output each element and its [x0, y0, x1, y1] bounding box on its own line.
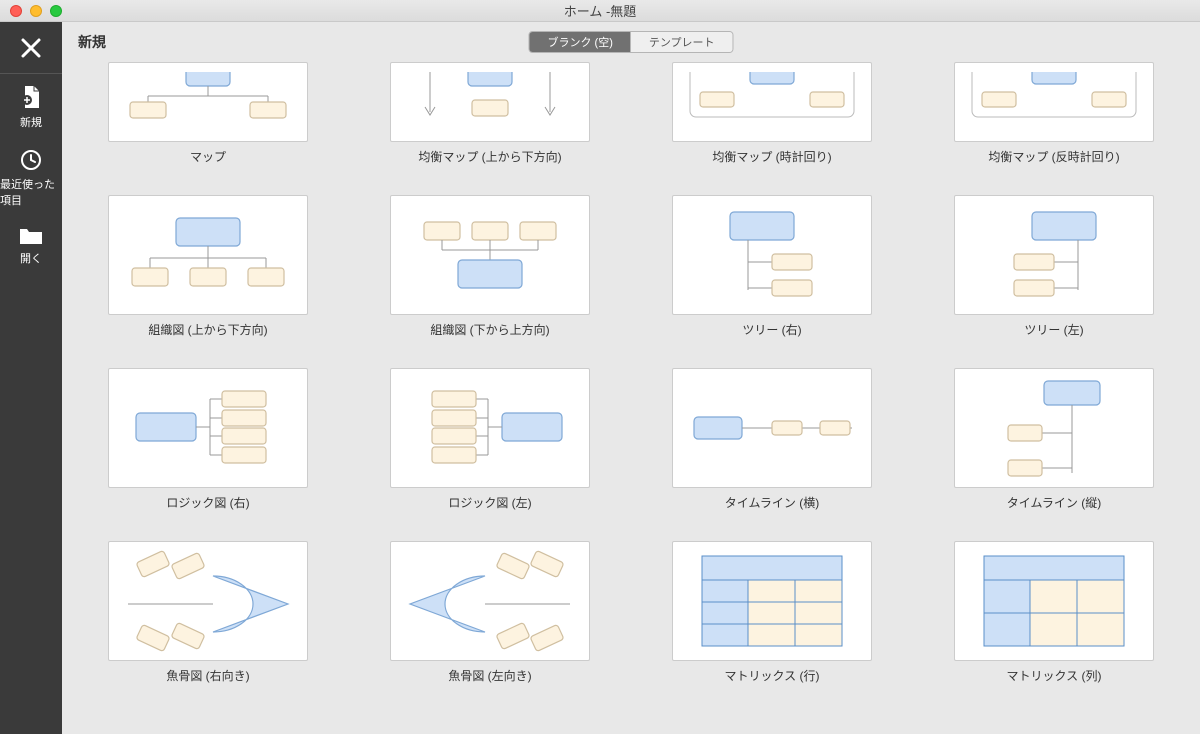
template-card-logic-right[interactable]: ロジック図 (右) [108, 368, 308, 511]
template-label: タイムライン (縦) [1007, 494, 1102, 511]
template-label: ロジック図 (左) [448, 494, 531, 511]
template-label: 組織図 (下から上方向) [430, 321, 549, 338]
template-thumb [390, 368, 590, 488]
template-card-org-td[interactable]: 組織図 (上から下方向) [108, 195, 308, 338]
template-thumb [954, 195, 1154, 315]
template-label: マップ [190, 148, 226, 165]
template-label: 均衡マップ (時計回り) [712, 148, 831, 165]
template-card-balanced-map-cw[interactable]: 均衡マップ (時計回り) [672, 62, 872, 165]
template-label: ツリー (右) [742, 321, 801, 338]
template-card-logic-left[interactable]: ロジック図 (左) [390, 368, 590, 511]
new-file-icon [18, 84, 44, 110]
clock-icon [19, 148, 43, 172]
tab-blank[interactable]: ブランク (空) [529, 32, 630, 52]
close-button[interactable] [0, 22, 62, 74]
content: 新規 ブランク (空) テンプレート [62, 22, 1200, 734]
template-thumb [108, 62, 308, 142]
template-label: タイムライン (横) [725, 494, 820, 511]
sidebar-item-recent[interactable]: 最近使った項目 [0, 138, 62, 216]
sidebar-label-open: 開く [20, 250, 42, 266]
sidebar-item-open[interactable]: 開く [0, 216, 62, 274]
template-thumb [390, 62, 590, 142]
segmented-control: ブランク (空) テンプレート [528, 31, 733, 53]
template-label: ロジック図 (右) [166, 494, 249, 511]
template-card-matrix-row[interactable]: マトリックス (行) [672, 541, 872, 684]
template-thumb [672, 62, 872, 142]
template-thumb [672, 541, 872, 661]
tab-template[interactable]: テンプレート [631, 32, 733, 52]
template-grid-wrap: マップ 均衡マップ (上から下方向) [62, 62, 1200, 734]
template-thumb [390, 541, 590, 661]
template-label: マトリックス (行) [725, 667, 820, 684]
template-thumb [954, 541, 1154, 661]
sidebar-label-new: 新規 [20, 114, 42, 130]
template-label: 均衡マップ (上から下方向) [418, 148, 561, 165]
template-thumb [108, 195, 308, 315]
folder-icon [18, 226, 44, 246]
sidebar-label-recent: 最近使った項目 [0, 176, 62, 208]
template-card-tree-right[interactable]: ツリー (右) [672, 195, 872, 338]
window-title: ホーム -無題 [0, 1, 1200, 20]
sidebar: 新規 最近使った項目 開く [0, 22, 62, 734]
template-label: 均衡マップ (反時計回り) [988, 148, 1119, 165]
template-card-fishbone-right[interactable]: 魚骨図 (右向き) [108, 541, 308, 684]
template-thumb [672, 195, 872, 315]
close-icon [19, 36, 43, 60]
titlebar: ホーム -無題 [0, 0, 1200, 22]
template-thumb [108, 541, 308, 661]
template-card-tree-left[interactable]: ツリー (左) [954, 195, 1154, 338]
sidebar-item-new[interactable]: 新規 [0, 74, 62, 138]
template-card-balanced-map-ccw[interactable]: 均衡マップ (反時計回り) [954, 62, 1154, 165]
template-thumb [672, 368, 872, 488]
template-card-timeline-v[interactable]: タイムライン (縦) [954, 368, 1154, 511]
template-card-matrix-col[interactable]: マトリックス (列) [954, 541, 1154, 684]
template-card-map[interactable]: マップ [108, 62, 308, 165]
template-grid: マップ 均衡マップ (上から下方向) [92, 62, 1170, 684]
template-thumb [108, 368, 308, 488]
page-title: 新規 [78, 32, 106, 52]
template-label: 魚骨図 (左向き) [448, 667, 531, 684]
template-thumb [954, 368, 1154, 488]
template-card-org-bu[interactable]: 組織図 (下から上方向) [390, 195, 590, 338]
template-card-balanced-map-td[interactable]: 均衡マップ (上から下方向) [390, 62, 590, 165]
content-header: 新規 ブランク (空) テンプレート [62, 22, 1200, 62]
template-label: 魚骨図 (右向き) [166, 667, 249, 684]
template-label: マトリックス (列) [1007, 667, 1102, 684]
template-thumb [954, 62, 1154, 142]
template-card-fishbone-left[interactable]: 魚骨図 (左向き) [390, 541, 590, 684]
template-label: 組織図 (上から下方向) [148, 321, 267, 338]
template-label: ツリー (左) [1024, 321, 1083, 338]
template-card-timeline-h[interactable]: タイムライン (横) [672, 368, 872, 511]
template-thumb [390, 195, 590, 315]
